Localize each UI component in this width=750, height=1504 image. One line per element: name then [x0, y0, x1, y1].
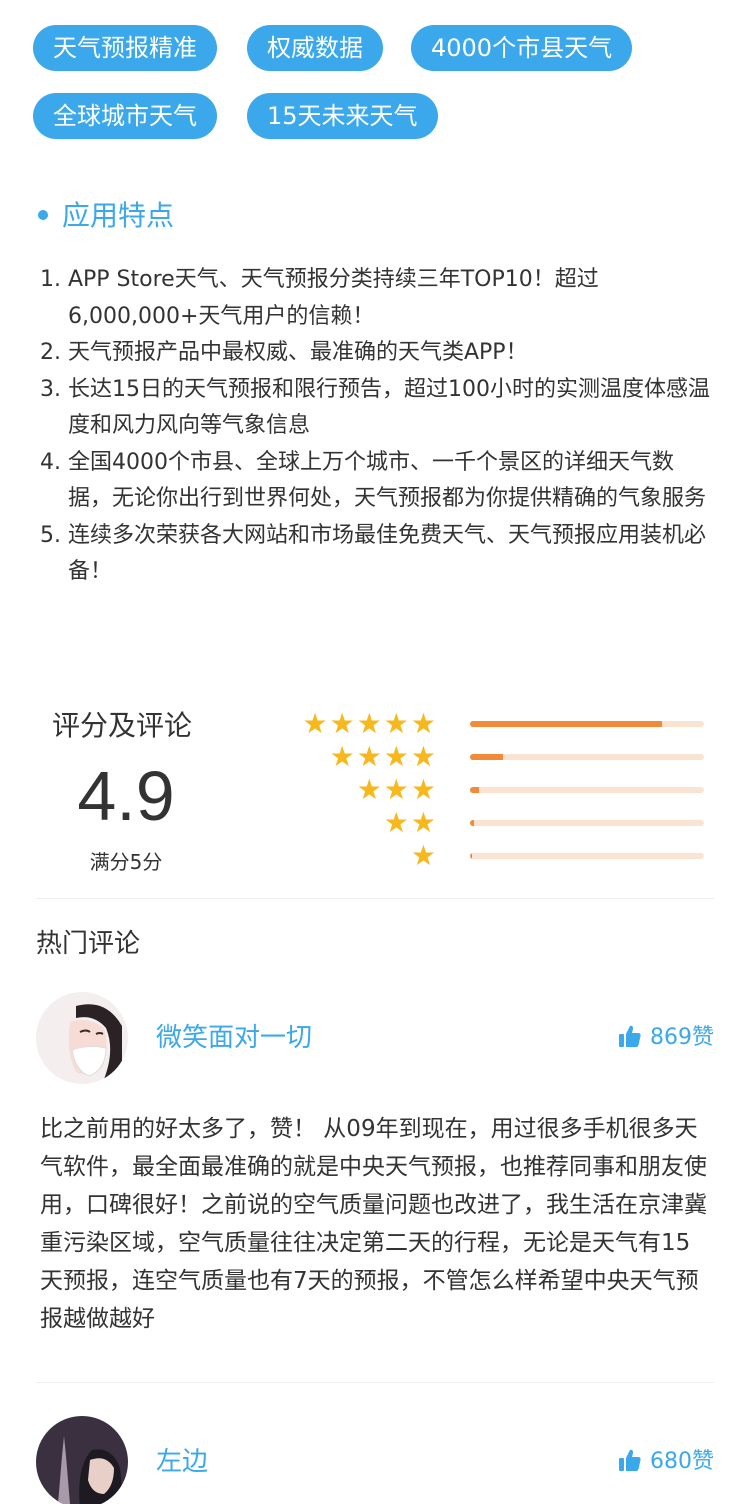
- rating-full-score: 满分5分: [89, 850, 163, 874]
- rating-bar-fill: [470, 721, 662, 727]
- user-name[interactable]: 左边: [156, 1444, 208, 1480]
- star-icons: ★★★★: [329, 740, 438, 773]
- feature-text: 长达15日的天气预报和限行预告，超过100小时的实测温度体感温度和风力风向等气象…: [67, 376, 710, 439]
- rating-row-4: ★★★★: [270, 741, 710, 773]
- divider: [36, 898, 714, 899]
- user-avatar-girl-mask-icon: [36, 992, 128, 1084]
- feature-text: 全国4000个市县、全球上万个城市、一千个景区的详细天气数据，无论你出行到世界何…: [67, 449, 706, 512]
- rating-row-5: ★★★★★: [270, 708, 710, 740]
- user-name[interactable]: 微笑面对一切: [156, 1020, 312, 1056]
- tag-4000-cities[interactable]: 4000个市县天气: [411, 25, 633, 71]
- feature-item: 4. 全国4000个市县、全球上万个城市、一千个景区的详细天气数据，无论你出行到…: [40, 445, 712, 518]
- rating-bar-fill: [470, 853, 473, 859]
- feature-text: APP Store天气、天气预报分类持续三年TOP10！超过6,000,000+…: [67, 267, 599, 329]
- feature-number: 3.: [40, 376, 68, 402]
- comment-text: 比之前用的好太多了，赞！ 从09年到现在，用过很多手机很多天气软件，最全面最准确…: [40, 1116, 707, 1332]
- tag-accurate-forecast[interactable]: 天气预报精准: [33, 25, 217, 71]
- feature-text: 连续多次荣获各大网站和市场最佳免费天气、天气预报应用装机必备！: [67, 522, 706, 585]
- like-button[interactable]: 869赞: [618, 1022, 714, 1054]
- feature-text: 天气预报产品中最权威、最准确的天气类APP！: [67, 340, 528, 365]
- feature-number: 2.: [40, 340, 68, 365]
- rating-bar-fill: [470, 787, 480, 793]
- hot-comments-title: 热门评论: [36, 929, 141, 959]
- feature-item: 3. 长达15日的天气预报和限行预告，超过100小时的实测温度体感温度和风力风向…: [40, 372, 712, 445]
- user-avatar[interactable]: [36, 1416, 128, 1504]
- thumbs-up-icon: [619, 1025, 641, 1047]
- rating-bar-fill: [470, 754, 503, 760]
- like-count: 680赞: [650, 1449, 714, 1474]
- features-title: 应用特点: [38, 196, 174, 236]
- star-icons: ★★★: [356, 773, 438, 806]
- comment-header: 微笑面对一切 869赞: [36, 992, 714, 1084]
- features-title-text: 应用特点: [62, 199, 175, 232]
- feature-number: 1.: [40, 267, 68, 292]
- feature-item: 5. 连续多次荣获各大网站和市场最佳免费天气、天气预报应用装机必备！: [40, 518, 712, 591]
- tag-authoritative-data[interactable]: 权威数据: [247, 25, 383, 71]
- star-icons: ★★★★★: [302, 707, 438, 740]
- feature-number: 5.: [40, 522, 68, 548]
- tag-15-day-forecast[interactable]: 15天未来天气: [247, 93, 438, 139]
- star-icons: ★★: [383, 806, 438, 839]
- tag-global-cities[interactable]: 全球城市天气: [33, 93, 217, 139]
- rating-bar: [470, 820, 704, 826]
- rating-score: 4.9: [77, 757, 175, 835]
- feature-item: 2. 天气预报产品中最权威、最准确的天气类APP！: [40, 335, 712, 372]
- rating-bar-fill: [470, 820, 474, 826]
- user-avatar[interactable]: [36, 992, 128, 1084]
- rating-row-2: ★★: [270, 807, 710, 839]
- user-avatar-girl-eiffel-icon: [36, 1416, 128, 1504]
- thumbs-up-icon: [619, 1449, 641, 1471]
- rating-row-3: ★★★: [270, 774, 710, 806]
- like-button[interactable]: 680赞: [618, 1446, 714, 1478]
- comment-header: 左边 680赞: [36, 1416, 714, 1504]
- rating-bar: [470, 754, 704, 760]
- rating-row-1: ★: [270, 840, 710, 872]
- like-count: 869赞: [650, 1025, 714, 1050]
- bullet-dot-icon: [38, 210, 48, 220]
- rating-bar: [470, 787, 704, 793]
- features-list: 1. APP Store天气、天气预报分类持续三年TOP10！超过6,000,0…: [40, 262, 712, 591]
- feature-number: 4.: [40, 449, 68, 475]
- app-detail-page: 天气预报精准 权威数据 4000个市县天气 全球城市天气 15天未来天气 应用特…: [0, 0, 750, 1504]
- divider: [36, 1382, 714, 1383]
- rating-bar: [470, 853, 704, 859]
- rating-title: 评分及评论: [52, 709, 193, 742]
- feature-item: 1. APP Store天气、天气预报分类持续三年TOP10！超过6,000,0…: [40, 262, 712, 335]
- rating-bar: [470, 721, 704, 727]
- star-icons: ★: [410, 839, 438, 872]
